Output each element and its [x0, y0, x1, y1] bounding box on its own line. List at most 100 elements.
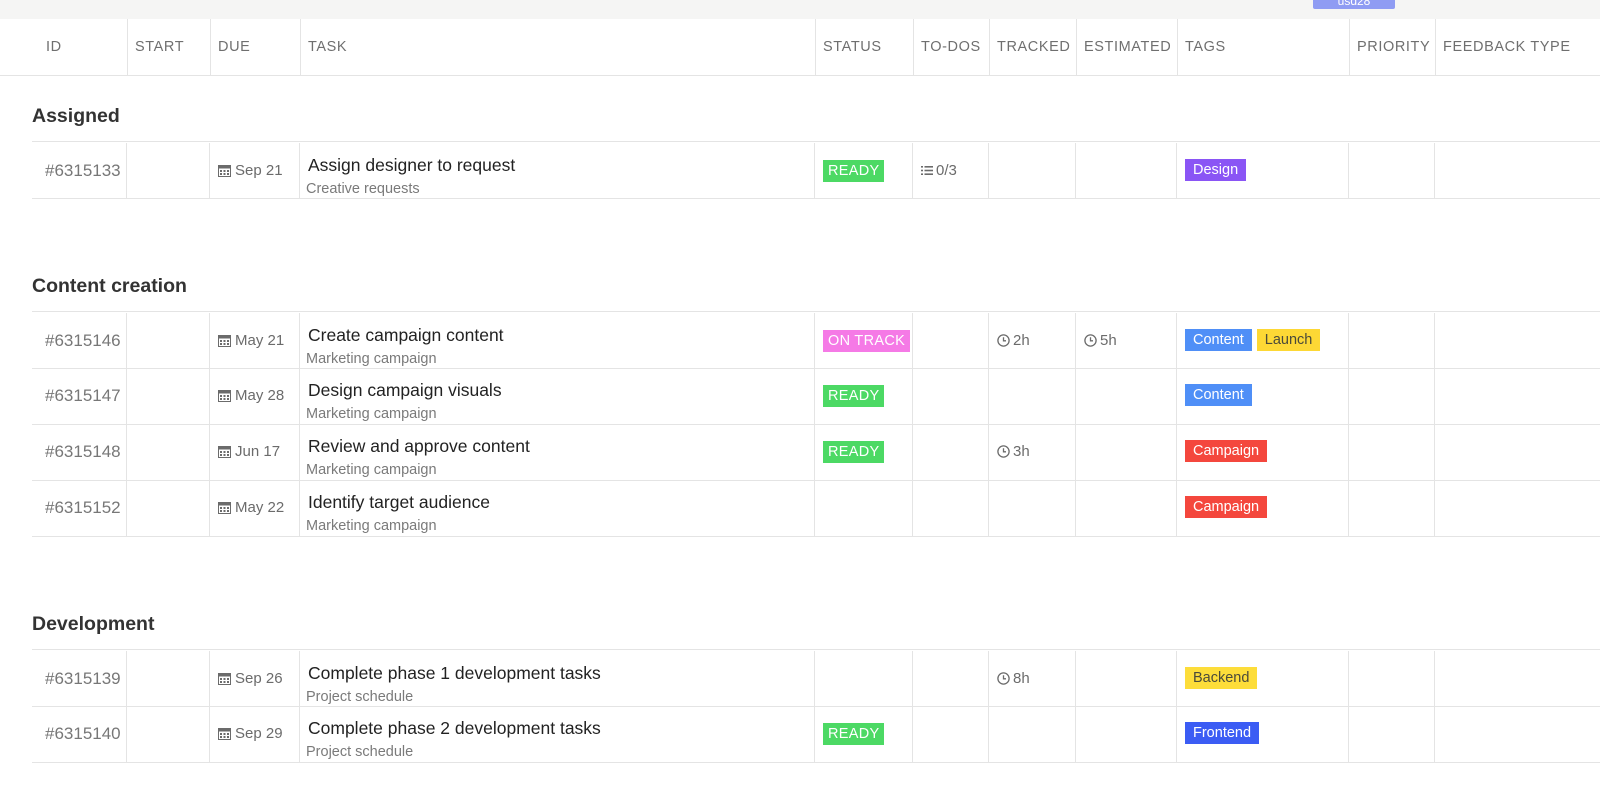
tag-design[interactable]: Design [1185, 159, 1247, 181]
table-row[interactable]: #6315133 Sep 21 Assign designer to request… [32, 141, 1600, 199]
cell-feedback-type[interactable] [1435, 480, 1600, 536]
cell-feedback-type[interactable] [1435, 368, 1600, 424]
cell-estimated[interactable] [1076, 368, 1177, 424]
cell-task[interactable]: Complete phase 2 development tasks Projec… [300, 706, 815, 762]
task-title[interactable]: Design campaign visuals [308, 380, 502, 401]
cell-id[interactable]: #6315152 [32, 480, 127, 536]
cell-to-dos[interactable] [913, 313, 989, 369]
column-header-task[interactable]: TASK [300, 19, 815, 76]
todos-count[interactable]: 0/3 [921, 162, 957, 179]
cell-start[interactable] [127, 313, 210, 369]
column-divider[interactable] [989, 19, 990, 76]
cell-feedback-type[interactable] [1435, 143, 1600, 199]
task-list-name[interactable]: Marketing campaign [306, 518, 437, 534]
cell-to-dos[interactable] [913, 424, 989, 480]
cell-status[interactable]: READY [815, 368, 913, 424]
task-list-name[interactable]: Marketing campaign [306, 462, 437, 478]
task-list-name[interactable]: Marketing campaign [306, 351, 437, 367]
cell-tracked[interactable] [989, 706, 1076, 762]
cell-status[interactable]: READY [815, 706, 913, 762]
cell-task[interactable]: Identify target audience Marketing campai… [300, 480, 815, 536]
cell-start[interactable] [127, 368, 210, 424]
cell-tags[interactable]: Content Launch [1177, 313, 1349, 369]
cell-to-dos[interactable] [913, 651, 989, 707]
cell-tags[interactable]: Design [1177, 143, 1349, 199]
cell-tracked[interactable]: 8h [989, 651, 1076, 707]
tag-campaign[interactable]: Campaign [1185, 496, 1268, 518]
due-date[interactable]: Jun 17 [218, 443, 280, 460]
column-header-due[interactable]: DUE [210, 19, 300, 76]
column-divider[interactable] [913, 19, 914, 76]
cell-estimated[interactable] [1076, 143, 1177, 199]
cell-estimated[interactable] [1076, 706, 1177, 762]
task-title[interactable]: Assign designer to request [308, 155, 515, 176]
table-row[interactable]: #6315152 May 22 Identify target audience Ma… [32, 480, 1600, 537]
column-header-to-dos[interactable]: TO-DOS [913, 19, 989, 76]
due-date[interactable]: May 28 [218, 387, 284, 404]
cell-id[interactable]: #6315148 [32, 424, 127, 480]
cell-to-dos[interactable] [913, 480, 989, 536]
cell-id[interactable]: #6315146 [32, 313, 127, 369]
column-header-feedback-type[interactable]: FEEDBACK TYPE [1435, 19, 1600, 76]
column-header-id[interactable]: ID [38, 19, 129, 76]
status-badge[interactable]: ON TRACK [823, 330, 911, 352]
cell-feedback-type[interactable] [1435, 313, 1600, 369]
cell-to-dos[interactable] [913, 706, 989, 762]
column-divider[interactable] [127, 19, 128, 76]
status-badge[interactable]: READY [823, 723, 885, 745]
table-row[interactable]: #6315148 Jun 17 Review and approve content… [32, 424, 1600, 481]
cell-task[interactable]: Create campaign content Marketing campaig… [300, 313, 815, 369]
cell-tracked[interactable]: 3h [989, 424, 1076, 480]
table-row[interactable]: #6315140 Sep 29 Complete phase 2 developme… [32, 706, 1600, 763]
cell-priority[interactable] [1349, 651, 1435, 707]
column-header-start[interactable]: START [127, 19, 210, 76]
task-list-name[interactable]: Creative requests [306, 181, 420, 197]
cell-tags[interactable]: Content [1177, 368, 1349, 424]
cell-tracked[interactable] [989, 143, 1076, 199]
group-title[interactable]: Content creation [32, 275, 187, 298]
cell-status[interactable]: READY [815, 424, 913, 480]
task-title[interactable]: Create campaign content [308, 325, 504, 346]
due-date[interactable]: Sep 29 [218, 725, 283, 742]
task-title[interactable]: Review and approve content [308, 436, 530, 457]
cell-start[interactable] [127, 143, 210, 199]
column-divider[interactable] [1177, 19, 1178, 76]
due-date[interactable]: Sep 26 [218, 670, 283, 687]
cell-id[interactable]: #6315133 [32, 143, 127, 199]
cell-start[interactable] [127, 706, 210, 762]
cell-task[interactable]: Review and approve content Marketing camp… [300, 424, 815, 480]
task-list-name[interactable]: Marketing campaign [306, 406, 437, 422]
cell-due[interactable]: Sep 29 [210, 706, 300, 762]
cell-feedback-type[interactable] [1435, 424, 1600, 480]
tag-frontend[interactable]: Frontend [1185, 722, 1260, 744]
cell-due[interactable]: Sep 21 [210, 143, 300, 199]
tag-backend[interactable]: Backend [1185, 667, 1258, 689]
column-header-tracked[interactable]: TRACKED [989, 19, 1076, 76]
task-list-name[interactable]: Project schedule [306, 689, 413, 705]
cell-due[interactable]: May 22 [210, 480, 300, 536]
due-date[interactable]: May 22 [218, 499, 284, 516]
column-divider[interactable] [1349, 19, 1350, 76]
cell-start[interactable] [127, 651, 210, 707]
table-row[interactable]: #6315139 Sep 26 Complete phase 1 developme… [32, 649, 1600, 707]
tag-content[interactable]: Content [1185, 384, 1252, 406]
cell-task[interactable]: Design campaign visuals Marketing campaig… [300, 368, 815, 424]
cell-priority[interactable] [1349, 143, 1435, 199]
table-row[interactable]: #6315147 May 28 Design campaign visuals Mar… [32, 368, 1600, 425]
cell-id[interactable]: #6315140 [32, 706, 127, 762]
column-header-status[interactable]: STATUS [815, 19, 913, 76]
cell-start[interactable] [127, 424, 210, 480]
cell-due[interactable]: May 28 [210, 368, 300, 424]
cell-estimated[interactable] [1076, 651, 1177, 707]
group-title[interactable]: Assigned [32, 105, 120, 128]
column-header-tags[interactable]: TAGS [1177, 19, 1349, 76]
cell-estimated[interactable] [1076, 480, 1177, 536]
tag-launch[interactable]: Launch [1256, 329, 1321, 351]
estimated-time[interactable]: 5h [1084, 332, 1117, 349]
tag-campaign[interactable]: Campaign [1185, 440, 1268, 462]
cell-task[interactable]: Assign designer to request Creative reque… [300, 143, 815, 199]
cell-priority[interactable] [1349, 480, 1435, 536]
cell-tracked[interactable]: 2h [989, 313, 1076, 369]
cell-tags[interactable]: Backend [1177, 651, 1349, 707]
top-chip[interactable]: usd28 [1313, 0, 1395, 9]
